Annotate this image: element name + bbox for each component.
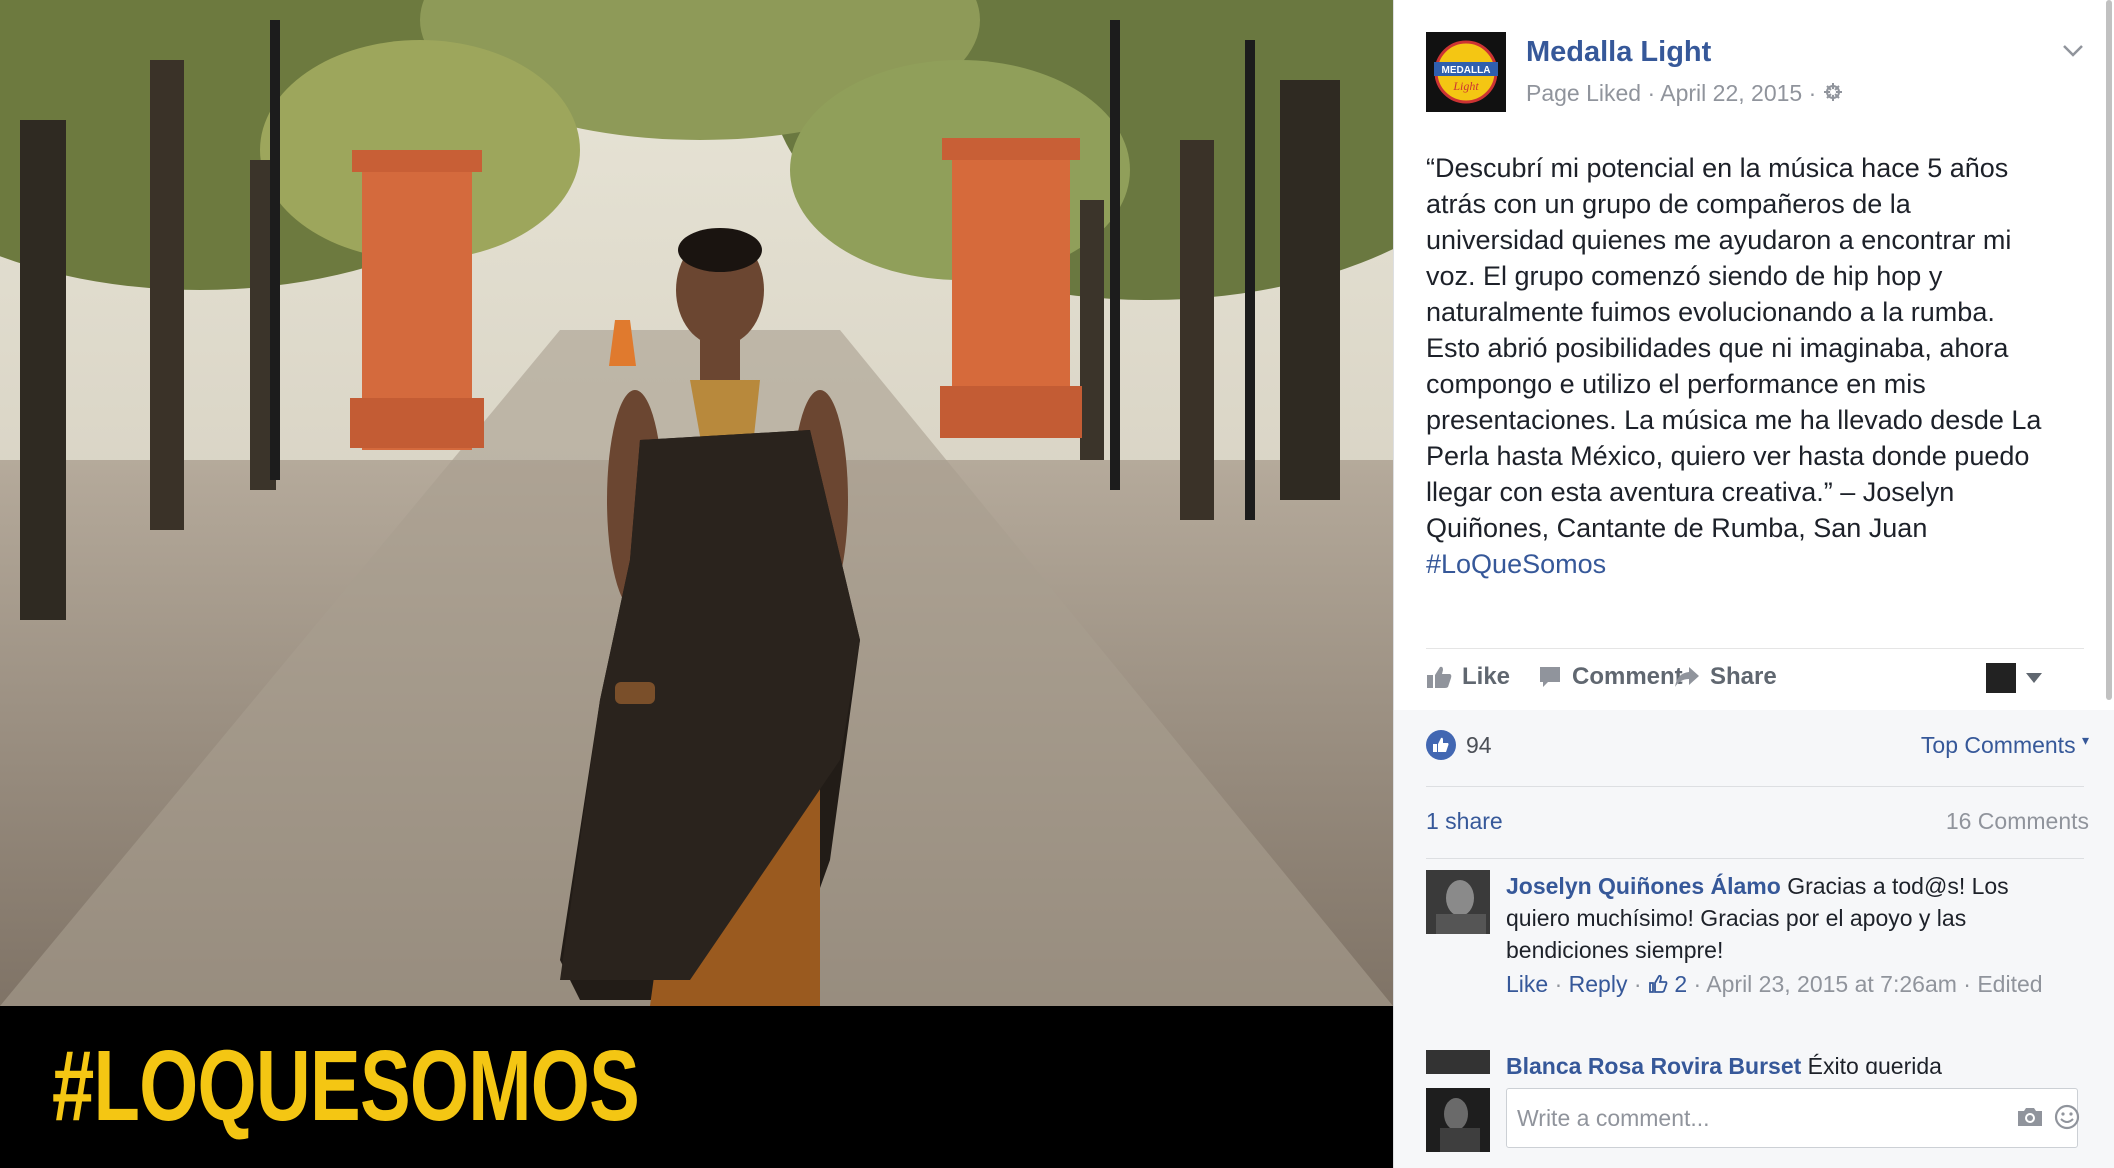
caret-down-icon: ▾	[2081, 732, 2089, 748]
comment-like-link[interactable]: Like	[1506, 971, 1548, 997]
comment-date[interactable]: April 23, 2015 at 7:26am	[1706, 971, 1957, 997]
comment-row-partial: Blanca Rosa Rovira Burset Éxito querida	[1394, 1050, 2114, 1074]
post-body: “Descubrí mi potencial en la música hace…	[1426, 150, 2086, 582]
page-name-link[interactable]: Medalla Light	[1526, 36, 1711, 69]
camera-icon[interactable]	[2016, 1106, 2044, 1133]
photo-hashtag-overlay: #LOQUESOMOS	[52, 1030, 640, 1142]
post-body-line: presentaciones. La música me ha llevado …	[1426, 405, 2042, 435]
share-button[interactable]: Share	[1674, 663, 1777, 691]
globe-icon[interactable]	[1823, 81, 1843, 108]
reaction-count: 94	[1466, 731, 1492, 758]
comment-edited[interactable]: Edited	[1977, 971, 2042, 997]
comment-composer	[1426, 1086, 2084, 1154]
post-body-line: “Descubrí mi potencial en la música hace…	[1426, 153, 2009, 183]
post-as-selector[interactable]	[1986, 663, 2042, 693]
hashtag-link[interactable]: #LoQueSomos	[1426, 546, 2086, 582]
post-body-line: voz. El grupo comenzó siendo de hip hop …	[1426, 261, 1943, 291]
post-body-line: compongo e utilizo el performance en mis	[1426, 369, 1926, 399]
current-user-avatar	[1426, 1088, 1490, 1152]
caret-down-icon	[2026, 673, 2042, 683]
emoji-icon[interactable]	[2054, 1104, 2080, 1135]
thumbs-up-outline-icon	[1649, 974, 1668, 993]
share-arrow-icon	[1675, 667, 1699, 687]
comment-input[interactable]	[1506, 1088, 2078, 1148]
comment-count[interactable]: 16 Comments	[1946, 808, 2089, 835]
separator-dot: ·	[1554, 971, 1569, 997]
like-button[interactable]: Like	[1426, 663, 1510, 691]
post-photo[interactable]: #LOQUESOMOS	[0, 0, 1393, 1168]
comment-button[interactable]: Comment	[1538, 663, 1683, 691]
comment-label: Comment	[1572, 663, 1683, 690]
comment-author-link[interactable]: Blanca Rosa Rovira Burset	[1506, 1053, 1801, 1074]
post-meta: Page Liked · April 22, 2015 ·	[1526, 80, 1843, 108]
comment-author-link[interactable]: Joselyn Quiñones Álamo	[1506, 873, 1781, 899]
comment-author-avatar[interactable]	[1426, 1050, 1490, 1074]
post-panel: MEDALLA Light Medalla Light Page Liked ·…	[1393, 0, 2114, 1168]
comment-likes[interactable]: 2	[1648, 971, 1694, 997]
post-body-line: Perla hasta México, quiero ver hasta don…	[1426, 441, 2030, 471]
comment-icon	[1540, 667, 1560, 687]
action-bar: Like Comment Share	[1426, 648, 2084, 712]
comment-author-avatar[interactable]	[1426, 870, 1490, 934]
post-body-line: naturalmente fuimos evolucionando a la r…	[1426, 297, 1995, 327]
logo-text-1: MEDALLA	[1442, 65, 1491, 76]
comment-text: Éxito querida	[1807, 1053, 1942, 1074]
separator-dot: ·	[1633, 971, 1648, 997]
user-avatar-small	[1986, 663, 2016, 693]
like-label: Like	[1462, 663, 1511, 690]
post-body-line: atrás con un grupo de compañeros de la	[1426, 189, 1911, 219]
comment-body: Joselyn Quiñones Álamo Gracias a tod@s! …	[1506, 870, 2066, 966]
like-reaction-icon	[1426, 730, 1456, 760]
post-body-line: llegar con esta aventura creativa.” – Jo…	[1426, 477, 1955, 507]
separator-dot: ·	[1963, 971, 1978, 997]
separator-dot: ·	[1693, 971, 1707, 997]
scrollbar[interactable]	[2106, 0, 2112, 700]
logo-text-2: Light	[1452, 79, 1479, 93]
photo-scene	[0, 0, 1393, 1006]
reactions-summary[interactable]: 94	[1426, 730, 1492, 760]
post-body-line: Quiñones, Cantante de Rumba, San Juan	[1426, 513, 1928, 543]
share-count-link[interactable]: 1 share	[1426, 808, 1503, 835]
comment-reply-link[interactable]: Reply	[1569, 971, 1628, 997]
thumbs-up-icon	[1427, 666, 1452, 688]
divider	[1426, 858, 2084, 859]
page-avatar[interactable]: MEDALLA Light	[1426, 32, 1506, 112]
post-meta-text: Page Liked · April 22, 2015 ·	[1526, 80, 1823, 106]
post-body-line: Esto abrió posibilidades que ni imaginab…	[1426, 333, 2009, 363]
comment-body: Blanca Rosa Rovira Burset Éxito querida	[1506, 1050, 1942, 1074]
share-label: Share	[1710, 663, 1777, 690]
post-body-line: universidad quienes me ayudaron a encont…	[1426, 225, 2012, 255]
divider	[1426, 786, 2084, 787]
medalla-logo: MEDALLA Light	[1426, 32, 1506, 112]
comment-sort-label: Top Comments	[1920, 732, 2076, 758]
comment-meta: Like · Reply · 2 · April 23, 2015 at 7:2…	[1506, 968, 2046, 1000]
comment-like-count: 2	[1674, 971, 1688, 997]
post-options-chevron-icon[interactable]	[2062, 38, 2084, 64]
comment-sort-dropdown[interactable]: Top Comments ▾	[1921, 732, 2089, 759]
